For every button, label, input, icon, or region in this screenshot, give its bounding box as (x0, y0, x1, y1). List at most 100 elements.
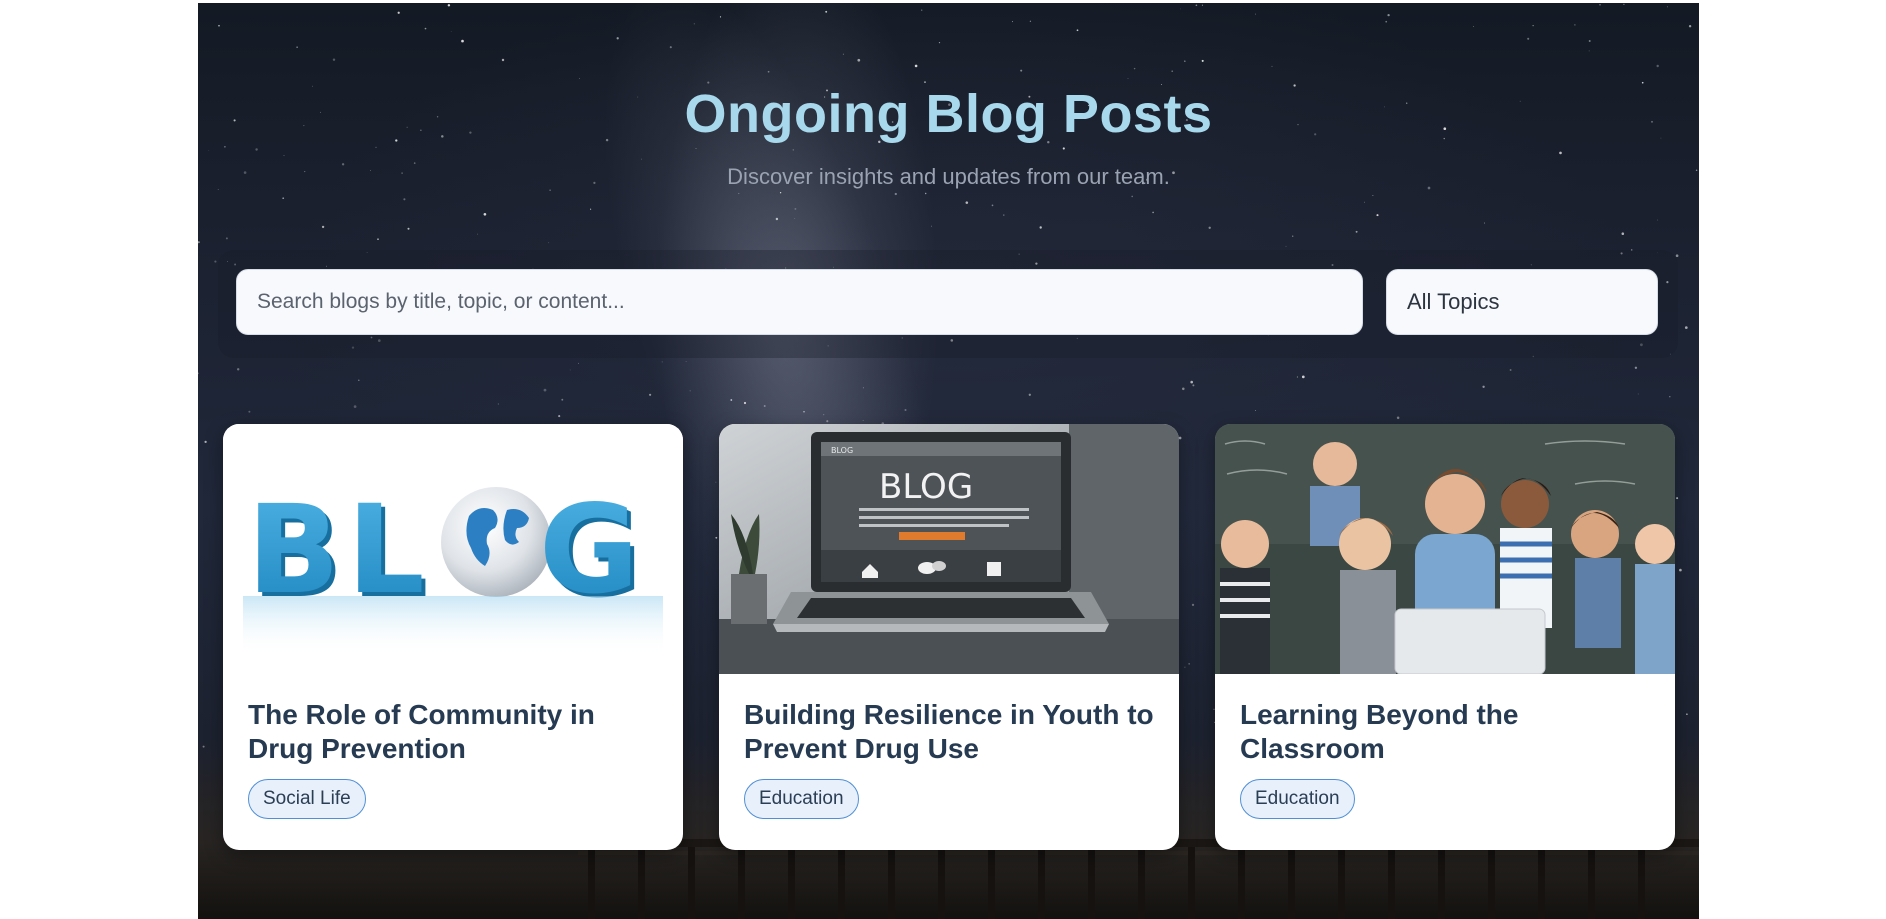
star-dot (214, 260, 217, 263)
star-dot (1184, 666, 1186, 668)
blog-card[interactable]: BLOG BLOG Building Resilience in Youth t… (719, 424, 1179, 850)
star-dot (224, 145, 226, 148)
star-dot (450, 31, 452, 32)
star-dot (377, 238, 379, 240)
star-dot (1667, 6, 1668, 8)
star-dot (1292, 235, 1294, 237)
star-dot (1183, 60, 1186, 63)
search-input[interactable] (236, 269, 1363, 335)
star-dot (1355, 230, 1358, 233)
topic-filter-select[interactable]: All Topics (1386, 269, 1658, 335)
svg-text:BLOG: BLOG (879, 467, 973, 507)
star-dot (825, 10, 828, 13)
star-dot (1483, 222, 1485, 224)
star-dot (561, 398, 564, 401)
blog-card-image (1215, 424, 1675, 674)
star-dot (1686, 713, 1688, 716)
star-dot (1396, 416, 1400, 420)
star-dot (296, 46, 298, 48)
star-dot (558, 415, 561, 418)
star-dot (225, 237, 228, 240)
star-dot (1301, 375, 1305, 379)
star-dot (1387, 13, 1390, 17)
star-dot (332, 58, 336, 61)
star-dot (353, 405, 357, 408)
star-dot (1296, 376, 1298, 378)
star-dot (1190, 380, 1193, 384)
star-dot (407, 227, 410, 230)
star-dot (501, 58, 505, 62)
page-subtitle: Discover insights and updates from our t… (727, 164, 1170, 189)
blog-card-tag[interactable]: Social Life (248, 779, 366, 819)
blog-card-image: B B L L G G (223, 424, 683, 674)
star-dot (1679, 568, 1682, 572)
star-dot (1208, 226, 1211, 229)
star-dot (1133, 67, 1136, 70)
star-dot (1152, 211, 1154, 214)
star-dot (218, 24, 220, 27)
star-dot (1178, 436, 1182, 440)
star-dot (569, 369, 571, 371)
star-dot (1062, 147, 1065, 150)
star-dot (397, 11, 400, 14)
star-dot (1020, 69, 1023, 72)
star-dot (1372, 195, 1374, 196)
star-dot (1191, 603, 1195, 607)
blog-card-image: BLOG BLOG (719, 424, 1179, 674)
star-dot (1634, 366, 1638, 369)
star-dot (424, 27, 427, 30)
blog-3d-logo-image: B B L L G G (223, 424, 683, 674)
blog-card-tag[interactable]: Education (1240, 779, 1355, 819)
blog-card-title[interactable]: Learning Beyond the Classroom (1240, 698, 1655, 766)
star-dot (894, 192, 897, 196)
star-dot (921, 9, 923, 11)
star-dot (1127, 78, 1129, 79)
star-dot (857, 58, 861, 62)
star-dot (1039, 226, 1042, 229)
star-dot (1254, 410, 1256, 411)
star-dot (1182, 387, 1185, 391)
star-dot (477, 233, 479, 235)
star-dot (1188, 663, 1190, 665)
star-dot (543, 388, 547, 392)
star-dot (965, 201, 969, 204)
star-dot (358, 379, 360, 382)
star-dot (497, 403, 500, 405)
star-dot (649, 393, 652, 396)
star-dot (1076, 29, 1079, 32)
star-dot (1588, 50, 1590, 52)
star-dot (375, 146, 377, 149)
laptop-blog-image: BLOG BLOG (719, 424, 1179, 674)
star-dot (255, 148, 258, 151)
blog-card-tag[interactable]: Education (744, 779, 859, 819)
star-dot (1171, 70, 1174, 73)
star-dot (321, 225, 325, 229)
star-dot (283, 155, 285, 157)
star-dot (1003, 214, 1005, 216)
star-dot (204, 440, 207, 444)
star-dot (1509, 369, 1512, 371)
blog-card-title[interactable]: Building Resilience in Youth to Prevent … (744, 698, 1159, 766)
star-dot (1201, 4, 1203, 6)
blog-card[interactable]: Learning Beyond the Classroom Education (1215, 424, 1675, 850)
star-dot (1131, 195, 1133, 198)
star-dot (198, 372, 199, 375)
star-dot (282, 197, 285, 200)
star-dot (924, 192, 927, 195)
star-dot (578, 362, 579, 364)
star-dot (1029, 20, 1032, 22)
star-dot (1385, 20, 1388, 23)
star-dot (548, 242, 550, 244)
star-dot (1621, 232, 1625, 235)
star-dot (1482, 385, 1485, 388)
star-dot (1623, 3, 1625, 6)
star-dot (590, 208, 592, 210)
star-dot (1675, 254, 1679, 258)
star-dot (1559, 151, 1562, 155)
star-dot (248, 410, 251, 413)
star-dot (1028, 393, 1031, 396)
blog-card-title[interactable]: The Role of Community in Drug Prevention (248, 698, 663, 766)
blog-card[interactable]: B B L L G G The Role of Community in Dru… (223, 424, 683, 850)
star-dot (1195, 4, 1198, 7)
star-dot (1376, 214, 1379, 217)
